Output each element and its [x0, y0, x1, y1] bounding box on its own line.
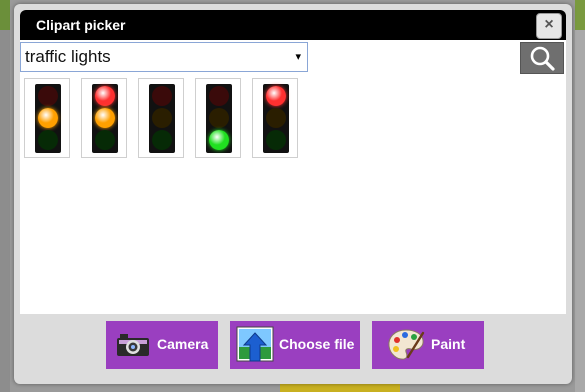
traffic-light-icon — [206, 84, 232, 153]
clipart-thumbnail[interactable] — [195, 78, 241, 158]
amber-lamp — [38, 108, 58, 128]
camera-button[interactable]: Camera — [106, 321, 218, 369]
dialog-titlebar: Clipart picker × — [20, 10, 566, 40]
dialog-footer: Camera Choose file Paint — [20, 314, 566, 384]
red-lamp — [209, 86, 229, 106]
red-lamp — [266, 86, 286, 106]
search-icon — [530, 46, 555, 71]
clipart-thumbnail[interactable] — [81, 78, 127, 158]
clipart-thumbnail[interactable] — [252, 78, 298, 158]
clipart-content-area: traffic lights ▾ — [20, 40, 566, 314]
amber-lamp — [266, 108, 286, 128]
clipart-thumbnail[interactable] — [24, 78, 70, 158]
clipart-picker-dialog: Clipart picker × traffic lights ▾ Camera… — [14, 4, 572, 384]
clipart-thumbnail[interactable] — [138, 78, 184, 158]
green-lamp — [152, 130, 172, 150]
close-button[interactable]: × — [536, 13, 562, 39]
paint-palette-icon — [388, 329, 425, 360]
search-button[interactable] — [520, 42, 564, 74]
red-lamp — [152, 86, 172, 106]
background-left — [0, 0, 10, 392]
upload-picture-icon — [236, 326, 274, 362]
traffic-light-icon — [263, 84, 289, 153]
red-lamp — [38, 86, 58, 106]
red-lamp — [95, 86, 115, 106]
choose-file-button[interactable]: Choose file — [230, 321, 360, 369]
clipart-category-value: traffic lights — [25, 47, 111, 66]
green-lamp — [209, 130, 229, 150]
dialog-title: Clipart picker — [36, 17, 126, 33]
green-lamp — [38, 130, 58, 150]
dropdown-arrow-icon: ▾ — [295, 51, 301, 63]
amber-lamp — [152, 108, 172, 128]
amber-lamp — [209, 108, 229, 128]
choose-file-button-label: Choose file — [279, 336, 355, 352]
traffic-light-icon — [35, 84, 61, 153]
clipart-category-select[interactable]: traffic lights ▾ — [20, 42, 308, 72]
green-lamp — [266, 130, 286, 150]
traffic-light-icon — [92, 84, 118, 153]
camera-button-label: Camera — [157, 336, 209, 352]
amber-lamp — [95, 108, 115, 128]
traffic-light-icon — [149, 84, 175, 153]
paint-button[interactable]: Paint — [372, 321, 484, 369]
green-lamp — [95, 130, 115, 150]
paint-button-label: Paint — [431, 336, 466, 352]
background-right — [575, 0, 585, 392]
camera-icon — [117, 334, 149, 356]
background-bottom — [280, 384, 400, 392]
